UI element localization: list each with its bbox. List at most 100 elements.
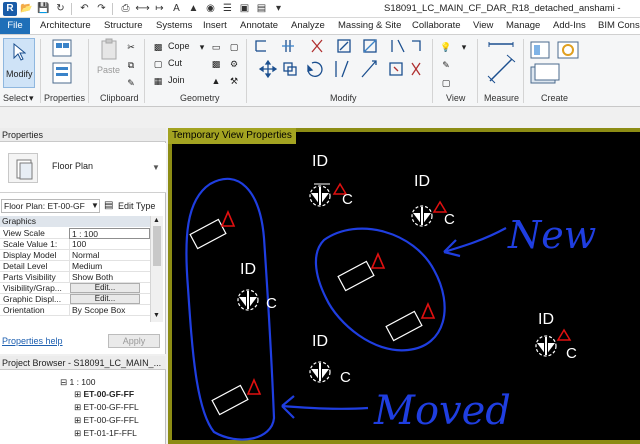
cope-icon[interactable]: ▩ <box>150 39 166 55</box>
instance-filter-select[interactable]: Floor Plan: ET-00-GF <box>1 199 100 213</box>
linework-icon[interactable]: ▢ <box>438 75 454 91</box>
cut-command[interactable]: Cut <box>168 58 182 68</box>
tree-item[interactable]: ⊞ ET-00-GF-FFL <box>74 415 139 426</box>
expand-icon[interactable]: ⊞ <box>74 415 81 425</box>
create-panel-label[interactable]: Create <box>541 93 568 103</box>
type-dropdown-icon[interactable]: ▼ <box>152 163 160 172</box>
tree-item[interactable]: ⊟ 1 : 100 <box>60 377 96 388</box>
copy-clipboard-icon[interactable]: ⧉ <box>123 57 139 73</box>
tab-manage[interactable]: Manage <box>506 18 540 34</box>
expand-icon[interactable]: ⊞ <box>74 428 81 438</box>
create-icons[interactable] <box>528 39 584 89</box>
property-value[interactable]: Medium <box>69 261 150 272</box>
measure-qa-icon[interactable]: ⟷ <box>135 2 150 16</box>
redo-icon[interactable]: ↷ <box>94 2 109 16</box>
join-icon[interactable]: ▦ <box>150 73 166 89</box>
wall-joins-icon[interactable]: ▭ <box>208 39 224 55</box>
tree-item[interactable]: ⊞ ET-01-1F-FFL <box>74 428 137 439</box>
scroll-thumb[interactable] <box>153 226 161 266</box>
id-tag: ID <box>414 173 430 190</box>
scroll-up-icon[interactable]: ▲ <box>153 217 160 224</box>
join-command[interactable]: Join <box>168 75 185 85</box>
properties-scrollbar[interactable]: ▲ ▼ <box>150 216 163 322</box>
print-icon[interactable]: ⎙ <box>118 2 133 16</box>
property-name: Parts Visibility <box>3 272 56 282</box>
properties-panel-label[interactable]: Properties <box>44 93 85 103</box>
property-name: Display Model <box>3 250 57 260</box>
view-dropdown-icon[interactable]: ▾ <box>456 39 472 55</box>
properties-help-link[interactable]: Properties help <box>2 336 63 346</box>
hammer-icon[interactable]: ⚒ <box>226 73 242 89</box>
tab-systems[interactable]: Systems <box>156 18 192 34</box>
paint-icon[interactable]: ▩ <box>208 56 224 72</box>
cope-command[interactable]: Cope <box>168 41 190 51</box>
tab-bim-cons[interactable]: BIM Cons <box>598 18 640 34</box>
sync-icon[interactable]: ↻ <box>53 2 68 16</box>
customize-qat-icon[interactable]: ▾ <box>271 2 286 16</box>
apply-button[interactable]: Apply <box>108 334 160 348</box>
measure-panel-label[interactable]: Measure <box>484 93 519 103</box>
view-scale-field[interactable]: 1 : 100 <box>69 228 150 239</box>
measure-icons[interactable] <box>486 41 516 85</box>
paste-label[interactable]: Paste <box>97 65 120 75</box>
tab-insert[interactable]: Insert <box>203 18 227 34</box>
tab-file[interactable]: File <box>0 18 30 34</box>
section-icon[interactable]: ◉ <box>203 2 218 16</box>
expand-icon[interactable]: ⊞ <box>74 402 81 412</box>
property-value[interactable]: Show Both <box>69 272 150 283</box>
tab-add-ins[interactable]: Add-Ins <box>553 18 586 34</box>
modify-button[interactable]: Modify <box>3 38 35 88</box>
ribbon-tabs: File Architecture Structure Systems Inse… <box>0 18 640 35</box>
tree-item[interactable]: ⊞ ET-00-GF-FFL <box>74 402 139 413</box>
document-title: S18091_LC_MAIN_CF_DAR_R18_detached_ansha… <box>384 3 621 14</box>
3d-view-icon[interactable]: ▲ <box>186 2 201 16</box>
properties-panel-icons[interactable] <box>50 39 76 87</box>
paste-icon[interactable] <box>100 38 120 64</box>
tab-massing-site[interactable]: Massing & Site <box>338 18 401 34</box>
select-panel-label[interactable]: Select <box>3 93 28 103</box>
modify-label: Modify <box>6 69 33 79</box>
cut-geometry-icon[interactable]: ▢ <box>150 56 166 72</box>
collapse-icon[interactable]: ⊟ <box>60 377 67 387</box>
instance-dropdown-icon[interactable]: ▼ <box>91 201 99 210</box>
visibility-graphics-edit-button[interactable]: Edit... <box>70 283 140 293</box>
match-type-icon[interactable]: ✎ <box>123 75 139 91</box>
override-graphics-icon[interactable]: 💡 <box>438 39 454 55</box>
clipboard-panel-label[interactable]: Clipboard <box>100 93 139 103</box>
tag-icon[interactable]: A <box>169 2 184 16</box>
open-icon[interactable]: 📂 <box>19 2 34 16</box>
demolish-icon[interactable]: ⚙ <box>226 56 242 72</box>
graphic-display-edit-button[interactable]: Edit... <box>70 294 140 304</box>
tree-item[interactable]: ⊞ ET-00-GF-FF <box>74 389 134 400</box>
hide-element-icon[interactable]: ✎ <box>438 57 454 73</box>
tab-collaborate[interactable]: Collaborate <box>412 18 461 34</box>
close-hidden-icon[interactable]: ▣ <box>237 2 252 16</box>
tab-architecture[interactable]: Architecture <box>40 18 91 34</box>
split-face-icon[interactable]: ▢ <box>226 39 242 55</box>
drawing-canvas[interactable]: ID C ID C ID C ID C ID C New Moved <box>168 128 640 444</box>
view-panel-label[interactable]: View <box>446 93 465 103</box>
app-logo-icon[interactable]: R <box>3 1 17 16</box>
modify-panel-label[interactable]: Modify <box>330 93 357 103</box>
dimension-icon[interactable]: ↦ <box>152 2 167 16</box>
modify-tools-icons[interactable] <box>252 37 426 93</box>
property-value[interactable]: Normal <box>69 250 150 261</box>
type-selector[interactable]: Floor Plan ▼ <box>0 143 166 193</box>
join-roof-icon[interactable]: ▲ <box>208 73 224 89</box>
undo-icon[interactable]: ↶ <box>77 2 92 16</box>
cut-clipboard-icon[interactable]: ✂ <box>123 39 139 55</box>
select-dropdown-icon[interactable]: ▾ <box>29 93 34 104</box>
thin-lines-icon[interactable]: ☰ <box>220 2 235 16</box>
tab-structure[interactable]: Structure <box>104 18 143 34</box>
tab-annotate[interactable]: Annotate <box>240 18 278 34</box>
tab-view[interactable]: View <box>473 18 493 34</box>
expand-icon[interactable]: ⊞ <box>74 389 81 399</box>
switch-windows-icon[interactable]: ▤ <box>254 2 269 16</box>
tab-analyze[interactable]: Analyze <box>291 18 325 34</box>
edit-type-button[interactable]: ▤ Edit Type <box>104 199 155 213</box>
save-icon[interactable]: 💾 <box>36 2 51 16</box>
graphics-group-header[interactable]: Graphics <box>0 216 150 227</box>
geometry-panel-label[interactable]: Geometry <box>180 93 220 103</box>
scroll-down-icon[interactable]: ▼ <box>153 312 160 319</box>
property-value[interactable]: By Scope Box <box>69 305 150 316</box>
